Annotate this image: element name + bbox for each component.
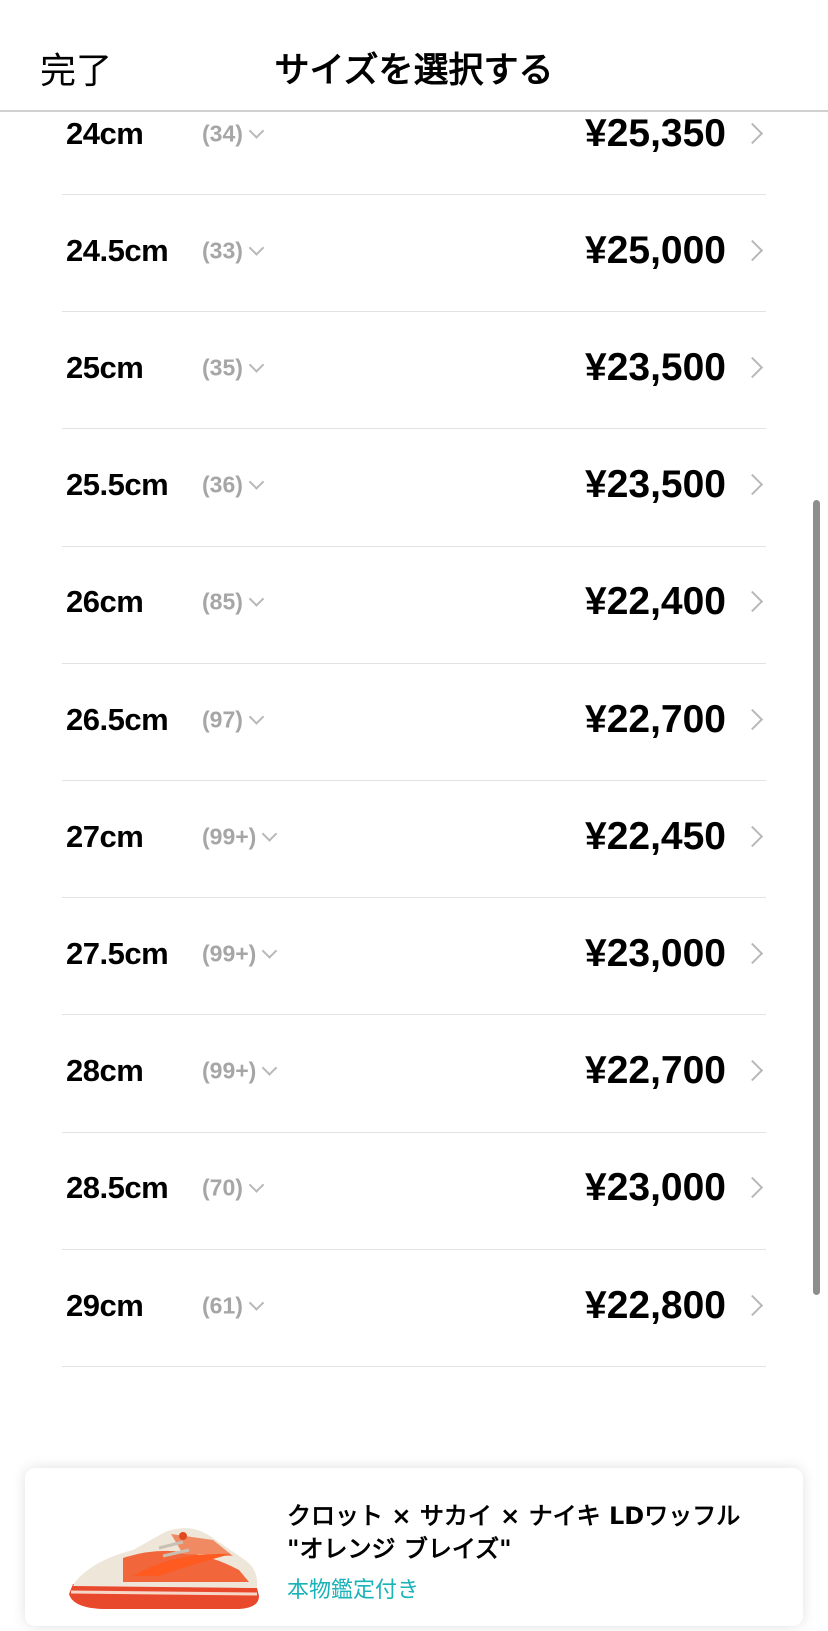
size-row[interactable]: 26cm (85) ¥22,400 (62, 542, 766, 664)
authenticity-badge: 本物鑑定付き (287, 1578, 420, 1603)
listing-count[interactable]: (61) (202, 1292, 265, 1319)
listing-count[interactable]: (35) (202, 354, 265, 381)
product-name: クロット × サカイ × ナイキ LDワッフル "オレンジ ブレイズ" (287, 1500, 787, 1566)
product-name-line2: "オレンジ ブレイズ" (287, 1535, 512, 1563)
chevron-right-icon (741, 591, 764, 613)
listing-count-text: (99+) (202, 1057, 257, 1084)
size-row[interactable]: 24.5cm (33) ¥25,000 (62, 190, 766, 313)
sneaker-image (69, 1528, 259, 1609)
size-row[interactable]: 27.5cm (99+) ¥23,000 (62, 893, 766, 1016)
chevron-down-icon (248, 122, 265, 139)
size-label: 28cm (66, 1053, 144, 1089)
chevron-down-icon (262, 943, 278, 959)
chevron-down-icon (248, 239, 265, 256)
listing-count[interactable]: (99+) (202, 823, 278, 850)
price-label: ¥23,500 (585, 345, 726, 389)
listing-count[interactable]: (70) (202, 1174, 265, 1202)
listing-count-text: (35) (202, 354, 243, 381)
product-name-line1: クロット × サカイ × ナイキ LDワッフル (287, 1502, 741, 1530)
listing-count-text: (99+) (202, 823, 257, 850)
chevron-down-icon (262, 1060, 278, 1076)
price-label: ¥25,350 (585, 112, 726, 155)
chevron-right-icon (741, 708, 764, 730)
size-label: 25.5cm (66, 467, 169, 503)
listing-count-text: (99+) (202, 940, 257, 967)
size-list: 24cm (34) ¥25,350 24.5cm (33) ¥25,000 25cm (35)… (0, 112, 828, 1432)
chevron-right-icon (741, 356, 764, 378)
listing-count-text: (33) (202, 237, 243, 264)
price-label: ¥22,700 (585, 1049, 726, 1093)
listing-count-text: (34) (202, 120, 243, 146)
listing-count[interactable]: (33) (202, 237, 265, 264)
chevron-down-icon (248, 591, 265, 608)
size-row[interactable]: 28cm (99+) ¥22,700 (62, 1011, 766, 1133)
chevron-down-icon (248, 1177, 265, 1194)
price-label: ¥22,800 (585, 1283, 726, 1327)
listing-count[interactable]: (97) (202, 706, 265, 733)
chevron-right-icon (741, 942, 764, 964)
listing-count-text: (85) (202, 588, 243, 615)
chevron-right-icon (741, 473, 764, 496)
size-label: 27.5cm (66, 935, 169, 971)
size-label: 28.5cm (66, 1170, 169, 1206)
chevron-down-icon (248, 708, 265, 725)
chevron-right-icon (741, 1177, 764, 1199)
size-row[interactable]: 28.5cm (70) ¥23,000 (62, 1128, 766, 1250)
size-label: 24.5cm (66, 232, 169, 268)
size-row[interactable]: 27cm (99+) ¥22,450 (62, 776, 766, 899)
listing-count-text: (97) (202, 706, 243, 732)
size-label: 26.5cm (66, 701, 169, 737)
listing-count[interactable]: (85) (202, 588, 265, 616)
price-label: ¥22,700 (585, 697, 726, 741)
size-label: 24cm (66, 115, 144, 151)
size-row[interactable]: 25.5cm (36) ¥23,500 (62, 425, 766, 547)
chevron-right-icon (741, 1294, 764, 1316)
chevron-right-icon (741, 239, 764, 261)
price-label: ¥23,000 (585, 931, 726, 975)
chevron-down-icon (248, 1294, 265, 1311)
size-row[interactable]: 26.5cm (97) ¥22,700 (62, 659, 766, 781)
size-label: 27cm (66, 818, 144, 854)
size-row[interactable]: 24cm (34) ¥25,350 (62, 112, 766, 195)
price-label: ¥25,000 (585, 228, 726, 272)
chevron-right-icon (741, 825, 764, 847)
product-card[interactable]: クロット × サカイ × ナイキ LDワッフル "オレンジ ブレイズ" 本物鑑定… (25, 1468, 803, 1626)
listing-count[interactable]: (36) (202, 471, 265, 499)
chevron-down-icon (248, 474, 265, 490)
listing-count[interactable]: (99+) (202, 1057, 278, 1085)
scrollbar[interactable] (813, 500, 820, 1295)
size-label: 29cm (66, 1287, 144, 1323)
size-label: 26cm (66, 584, 144, 620)
header-bar: 完了 サイズを選択する (0, 0, 828, 112)
page-title: サイズを選択する (274, 51, 554, 91)
listing-count-text: (36) (202, 471, 243, 498)
listing-count-text: (61) (202, 1292, 243, 1318)
size-row[interactable]: 25cm (35) ¥23,500 (62, 307, 766, 430)
price-label: ¥23,000 (585, 1166, 726, 1210)
chevron-right-icon (741, 1059, 764, 1082)
listing-count[interactable]: (34) (202, 120, 265, 147)
chevron-down-icon (248, 357, 265, 373)
price-label: ¥22,450 (585, 814, 726, 858)
listing-count-text: (70) (202, 1174, 243, 1201)
size-row[interactable]: 29cm (61) ¥22,800 (62, 1245, 766, 1367)
chevron-right-icon (741, 122, 764, 144)
size-select-screen: 完了 サイズを選択する 24cm (34) ¥25,350 24.5cm (33) ¥25… (0, 0, 828, 1631)
price-label: ¥22,400 (585, 580, 726, 624)
chevron-down-icon (262, 825, 278, 842)
size-label: 25cm (66, 349, 144, 385)
listing-count[interactable]: (99+) (202, 940, 278, 967)
price-label: ¥23,500 (585, 463, 726, 507)
